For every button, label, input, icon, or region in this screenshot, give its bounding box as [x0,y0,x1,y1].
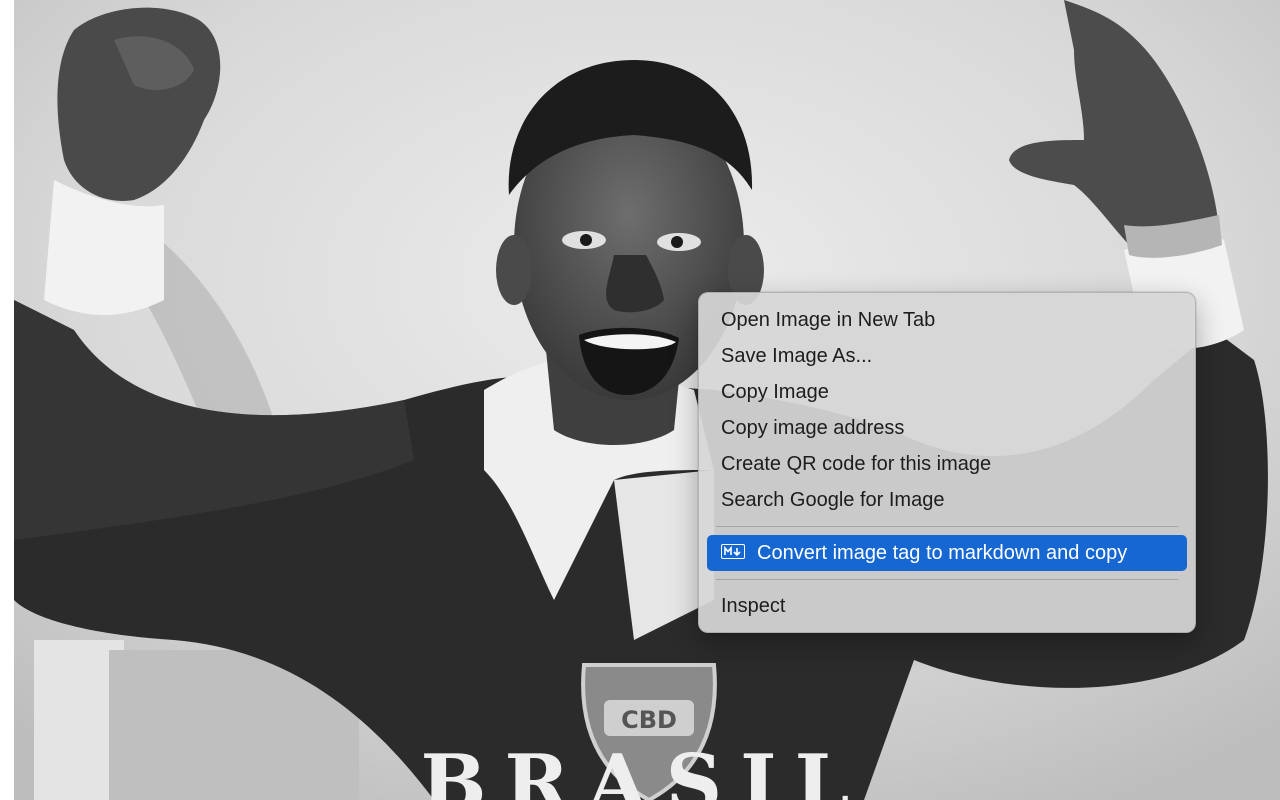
menu-item-inspect[interactable]: Inspect [707,588,1187,624]
menu-separator [716,579,1178,580]
menu-item-save-image-as[interactable]: Save Image As... [707,338,1187,374]
menu-item-convert-markdown-label: Convert image tag to markdown and copy [757,542,1128,564]
menu-item-copy-image-address[interactable]: Copy image address [707,410,1187,446]
menu-item-open-image-new-tab[interactable]: Open Image in New Tab [707,302,1187,338]
menu-item-convert-markdown[interactable]: Convert image tag to markdown and copy [707,535,1187,571]
shirt-text: BRASIL [421,738,868,800]
context-menu: Open Image in New Tab Save Image As... C… [698,292,1196,633]
menu-item-create-qr-code[interactable]: Create QR code for this image [707,446,1187,482]
browser-viewport: CBD BRASIL Open Image in New Tab Save Im… [0,0,1280,800]
menu-item-search-google-image[interactable]: Search Google for Image [707,482,1187,518]
menu-item-copy-image[interactable]: Copy Image [707,374,1187,410]
crest-text: CBD [621,706,677,734]
menu-separator [716,526,1178,527]
markdown-icon [721,544,745,560]
